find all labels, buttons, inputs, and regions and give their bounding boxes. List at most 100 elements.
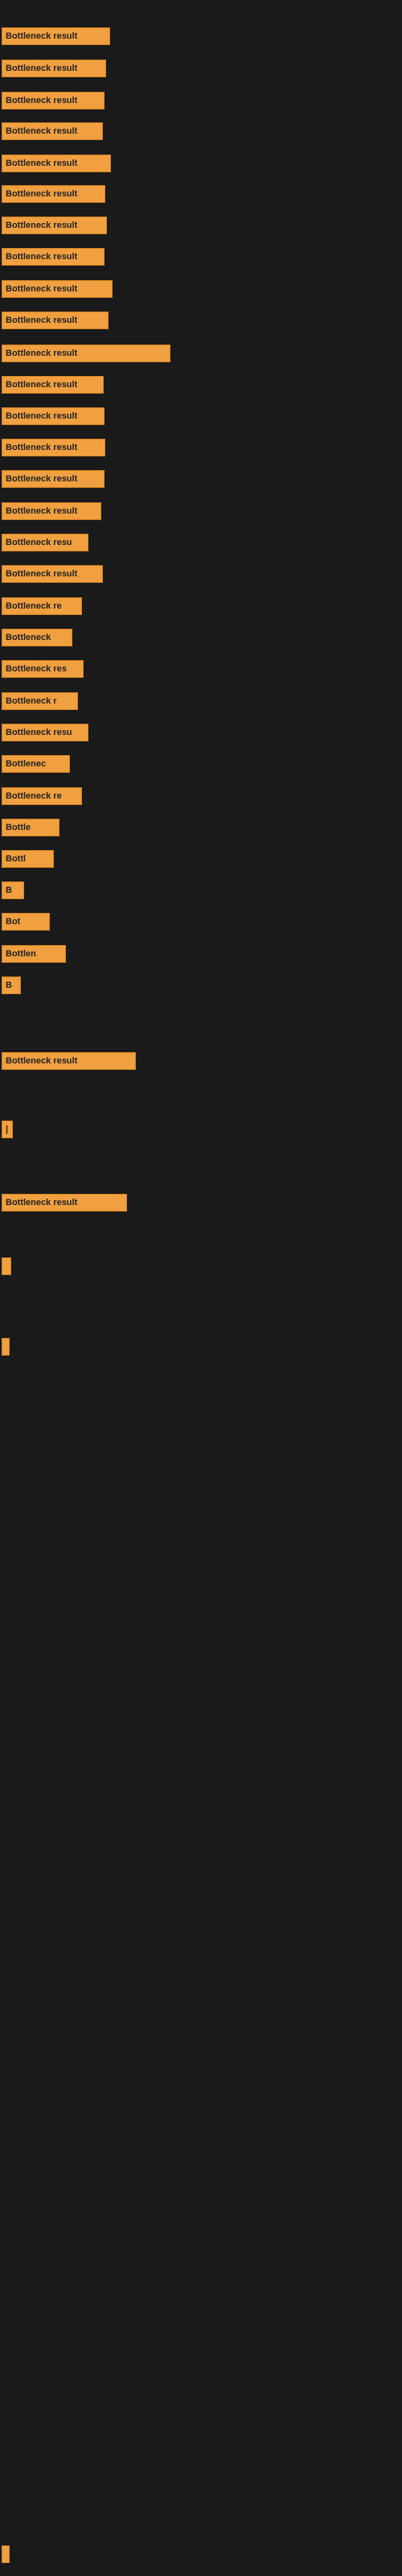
bar-row: Bottleneck r — [2, 692, 78, 710]
bar-label: Bottleneck result — [6, 1056, 77, 1066]
bar-label: Bottleneck result — [6, 126, 77, 136]
bottleneck-bar[interactable]: Bottleneck resu — [2, 724, 88, 741]
bottleneck-bar[interactable]: Bottleneck result — [2, 185, 105, 203]
bottleneck-bar[interactable]: Bottleneck result — [2, 122, 103, 140]
bar-row: Bot — [2, 913, 50, 931]
bar-row: Bottleneck result — [2, 122, 103, 140]
bottleneck-bar[interactable]: Bottleneck res — [2, 660, 84, 678]
bar-label: | — [6, 1125, 8, 1134]
bar-label: Bottleneck result — [6, 96, 77, 105]
bar-label: Bottleneck resu — [6, 728, 72, 737]
bottleneck-bar[interactable]: Bottleneck result — [2, 248, 105, 266]
bottleneck-bar[interactable]: Bottleneck result — [2, 502, 101, 520]
bar-row: Bottleneck result — [2, 312, 109, 329]
bar-label: Bottleneck r — [6, 696, 57, 706]
bottleneck-bar[interactable]: Bottleneck resu — [2, 534, 88, 551]
site-title — [0, 0, 402, 10]
bar-row — [2, 1338, 10, 1356]
bottleneck-bar[interactable] — [2, 2545, 10, 2563]
bottleneck-bar[interactable]: Bottleneck result — [2, 439, 105, 456]
bar-row: Bottleneck resu — [2, 724, 88, 741]
bar-label: Bottleneck result — [6, 380, 77, 390]
bar-label: Bottleneck resu — [6, 538, 72, 547]
bar-label: Bottleneck result — [6, 569, 77, 579]
bottleneck-bar[interactable]: Bottleneck — [2, 629, 72, 646]
bottleneck-bar[interactable]: Bottleneck r — [2, 692, 78, 710]
bar-row: Bottleneck result — [2, 60, 106, 77]
bar-row: Bottleneck result — [2, 407, 105, 425]
bar-label: Bottleneck result — [6, 221, 77, 230]
bar-label: Bottleneck result — [6, 506, 77, 516]
bottleneck-bar[interactable]: Bottleneck result — [2, 1194, 127, 1212]
bar-label: Bottleneck result — [6, 316, 77, 325]
bar-label: Bottleneck result — [6, 1198, 77, 1208]
bar-row: Bottleneck result — [2, 439, 105, 456]
bar-label: Bottleneck res — [6, 664, 67, 674]
bottleneck-bar[interactable]: Bottleneck result — [2, 92, 105, 109]
bar-row: Bottleneck result — [2, 470, 105, 488]
bar-label: Bottleneck result — [6, 349, 77, 358]
bottleneck-bar[interactable]: Bottleneck result — [2, 376, 104, 394]
bottleneck-bar[interactable]: Bottle — [2, 819, 59, 836]
bottleneck-bar[interactable]: Bottleneck result — [2, 60, 106, 77]
bar-row: Bottlen — [2, 945, 66, 963]
bar-row: Bottlenec — [2, 755, 70, 773]
bar-row: Bottleneck res — [2, 660, 84, 678]
bottleneck-bar[interactable]: Bottleneck re — [2, 597, 82, 615]
bar-row: Bottleneck — [2, 629, 72, 646]
bar-row: Bottleneck result — [2, 27, 110, 45]
bottleneck-bar[interactable]: B — [2, 976, 21, 994]
bar-row: B — [2, 881, 24, 899]
bar-row: Bottleneck result — [2, 1052, 136, 1070]
bar-row: Bottleneck result — [2, 92, 105, 109]
bar-row: Bottle — [2, 819, 59, 836]
bar-row — [2, 2545, 10, 2563]
bar-label: Bottleneck re — [6, 791, 62, 801]
bar-label: Bottle — [6, 823, 31, 832]
bar-label: Bottleneck result — [6, 411, 77, 421]
bottleneck-bar[interactable] — [2, 1257, 11, 1275]
bar-row: Bottleneck result — [2, 185, 105, 203]
bar-label: Bottleneck result — [6, 189, 77, 199]
bottleneck-bar[interactable] — [2, 1338, 10, 1356]
bar-row: Bottleneck re — [2, 787, 82, 805]
bottleneck-bar[interactable]: Bot — [2, 913, 50, 931]
bottleneck-bar[interactable]: Bottleneck result — [2, 217, 107, 234]
bottleneck-bar[interactable]: Bottleneck result — [2, 312, 109, 329]
bar-row: Bottleneck result — [2, 345, 170, 362]
bar-row: Bottleneck result — [2, 376, 104, 394]
bottleneck-bar[interactable]: Bottleneck result — [2, 1052, 136, 1070]
bar-label: Bottleneck — [6, 633, 51, 642]
bar-row: | — [2, 1121, 13, 1138]
bottleneck-bar[interactable]: Bottleneck result — [2, 565, 103, 583]
bottleneck-bar[interactable]: B — [2, 881, 24, 899]
bar-label: Bottlen — [6, 949, 36, 959]
bottleneck-bar[interactable]: Bottleneck result — [2, 155, 111, 172]
bar-label: Bottlenec — [6, 759, 46, 769]
bottleneck-bar[interactable]: Bottl — [2, 850, 54, 868]
bottleneck-bar[interactable]: | — [2, 1121, 13, 1138]
bar-row: Bottl — [2, 850, 54, 868]
bar-row: B — [2, 976, 21, 994]
bar-label: Bottleneck result — [6, 252, 77, 262]
bar-row: Bottleneck re — [2, 597, 82, 615]
bottleneck-bar[interactable]: Bottlenec — [2, 755, 70, 773]
bottleneck-bar[interactable]: Bottleneck result — [2, 345, 170, 362]
bar-row: Bottleneck result — [2, 502, 101, 520]
bar-label: B — [6, 886, 12, 895]
bar-label: Bottleneck result — [6, 159, 77, 168]
bar-label: Bottleneck result — [6, 474, 77, 484]
bottleneck-bar[interactable]: Bottleneck result — [2, 470, 105, 488]
bottleneck-bar[interactable]: Bottleneck re — [2, 787, 82, 805]
bar-label: Bot — [6, 917, 20, 927]
bar-row: Bottleneck result — [2, 155, 111, 172]
bottleneck-bar[interactable]: Bottleneck result — [2, 280, 113, 298]
bottleneck-bar[interactable]: Bottlen — [2, 945, 66, 963]
bar-row: Bottleneck result — [2, 280, 113, 298]
bar-row: Bottleneck result — [2, 217, 107, 234]
bar-row: Bottleneck result — [2, 1194, 127, 1212]
bottleneck-bar[interactable]: Bottleneck result — [2, 407, 105, 425]
bar-label: Bottleneck result — [6, 284, 77, 294]
bottleneck-bar[interactable]: Bottleneck result — [2, 27, 110, 45]
bar-label: Bottleneck re — [6, 601, 62, 611]
